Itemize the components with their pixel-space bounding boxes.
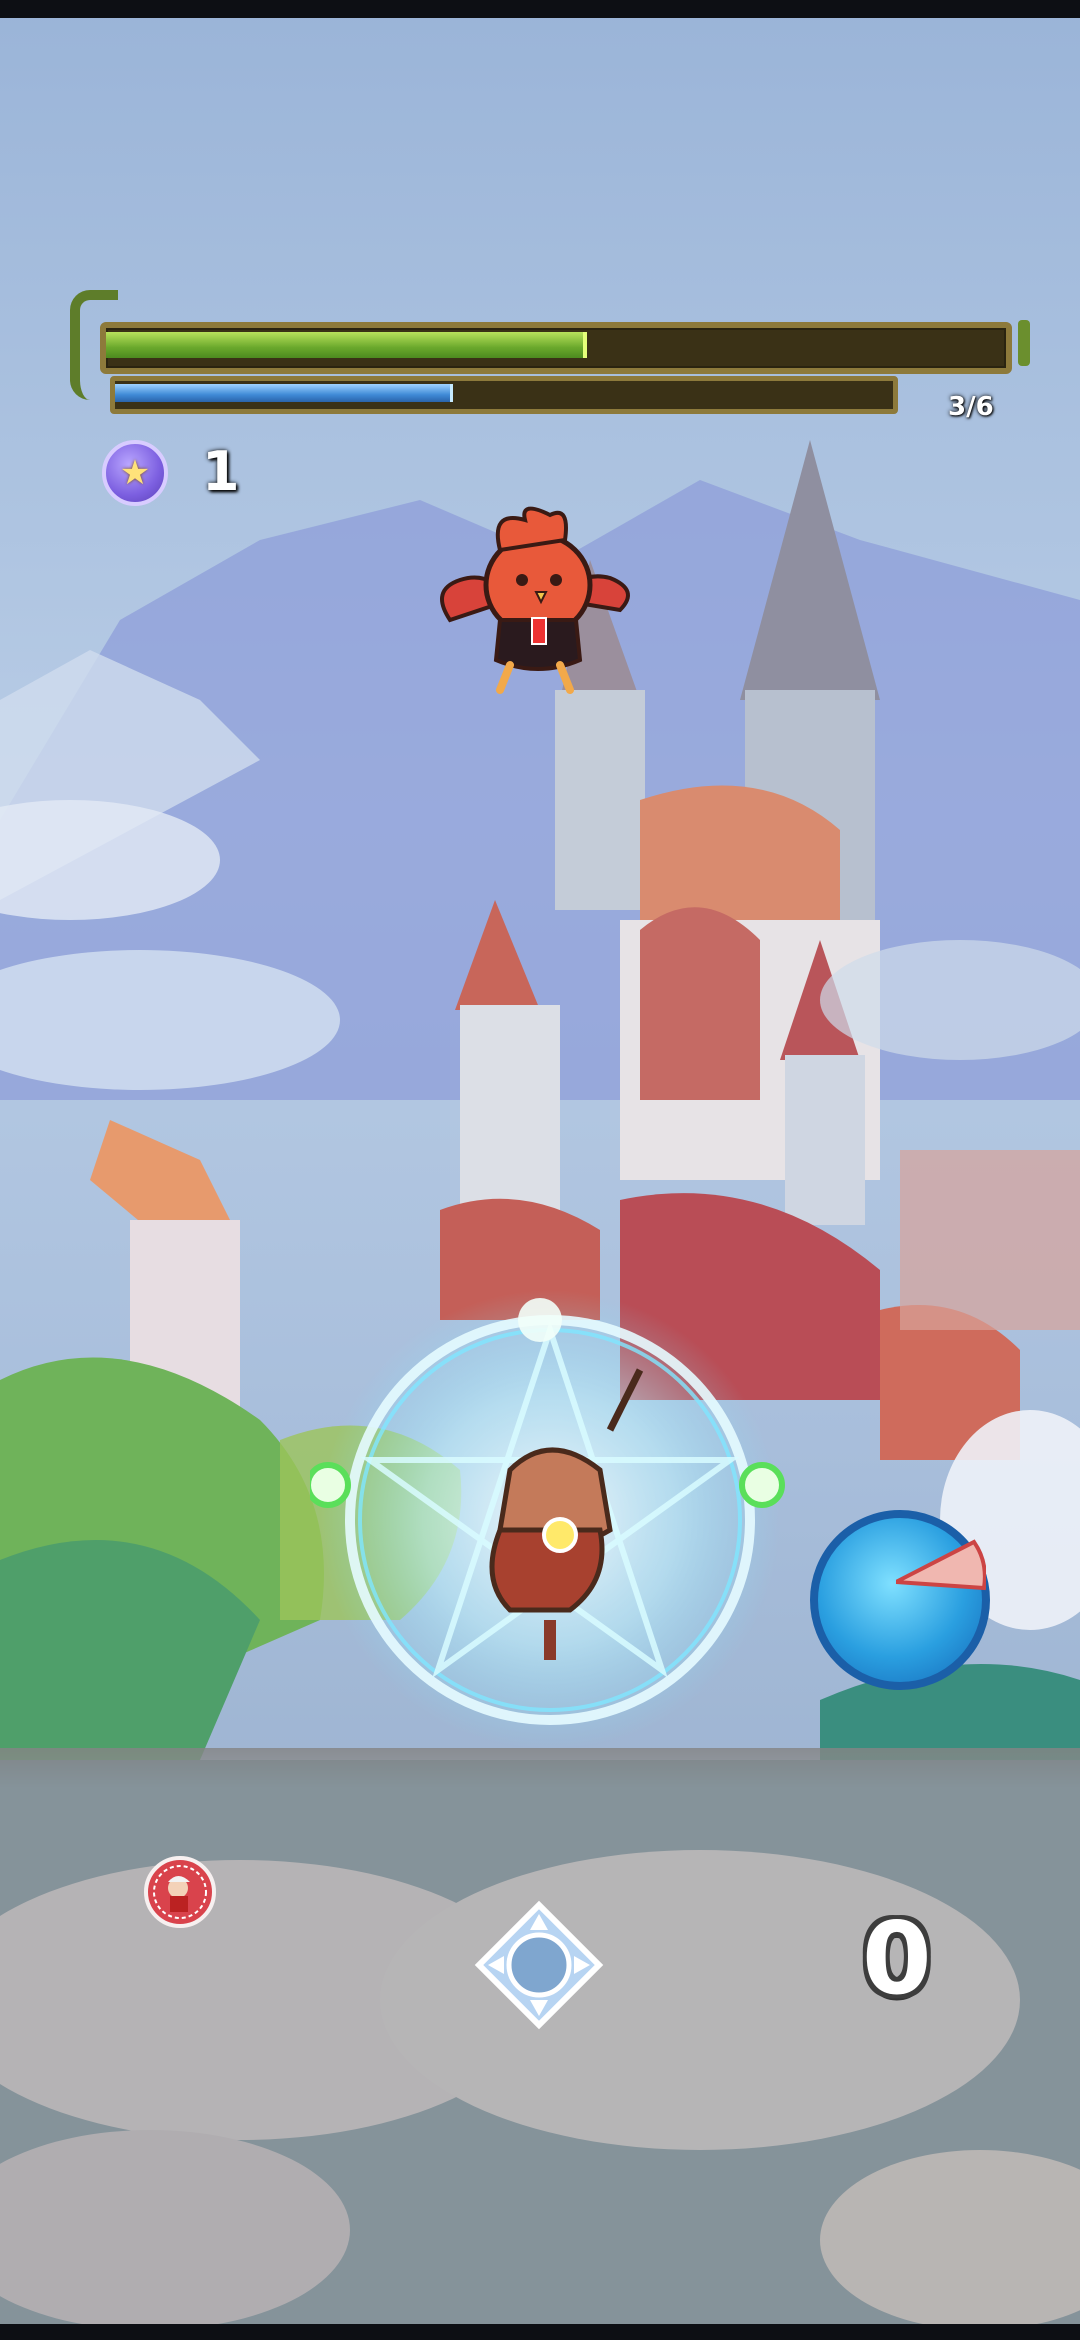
wave-counter: 3/6 [948,392,994,422]
player-character-with-magic-circle [310,1290,785,1750]
mana-bar [110,376,898,414]
star-token-icon: ★ [102,440,168,506]
directional-move-icon[interactable] [474,1900,604,2030]
navigation-bar [0,2324,1080,2340]
token-count: 1 [202,440,240,503]
health-bar [100,322,1012,374]
health-bar-fill [106,332,587,358]
skill-cooldown-icon [896,1539,986,1591]
star-icon: ★ [119,453,151,493]
status-bar [0,0,1080,18]
control-panel[interactable] [0,1748,1080,2324]
character-avatar-icon[interactable] [144,1856,216,1928]
avatar-portrait [153,1865,207,1919]
score-counter: 0 [862,1900,932,2017]
mana-bar-fill [115,384,453,402]
health-bar-cap [1018,320,1030,366]
player-status-hud [70,284,1030,424]
phoenix-enemy [440,506,630,694]
game-scene[interactable]: 3/6 ★ 1 0 [0,0,1080,2340]
